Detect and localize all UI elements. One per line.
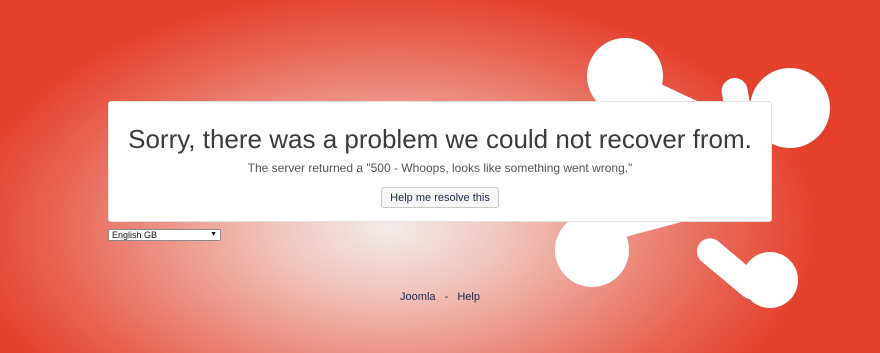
joomla-link[interactable]: Joomla [400, 291, 435, 303]
error-card: Sorry, there was a problem we could not … [108, 101, 772, 222]
footer-links: Joomla - Help [0, 291, 880, 303]
language-select[interactable]: English GB ▼ [108, 229, 221, 241]
language-select-value: English GB [112, 230, 158, 240]
footer-separator: - [444, 291, 449, 303]
help-link[interactable]: Help [457, 291, 480, 303]
help-me-resolve-button[interactable]: Help me resolve this [381, 187, 499, 208]
error-title: Sorry, there was a problem we could not … [128, 124, 752, 154]
chevron-down-icon: ▼ [210, 231, 217, 238]
error-message: The server returned a "500 - Whoops, loo… [247, 161, 633, 175]
